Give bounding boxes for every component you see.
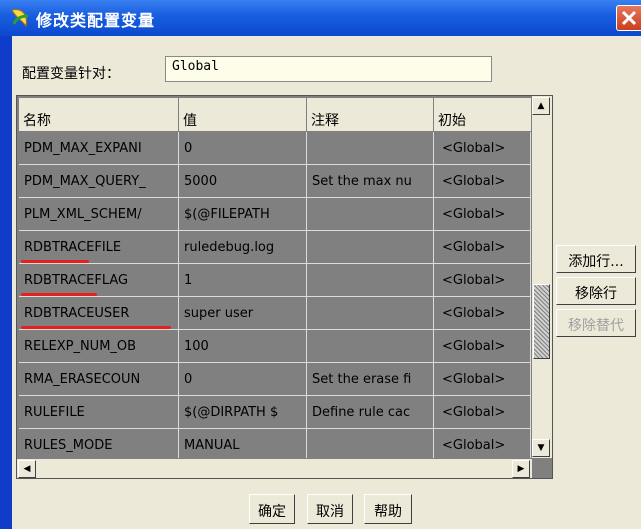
table-row[interactable]: RULES_MODE MANUAL <Global> [17, 429, 531, 458]
cell-value[interactable]: ruledebug.log [179, 231, 307, 264]
cell-comment[interactable]: Set the erase fi [307, 363, 434, 396]
close-button[interactable] [616, 5, 641, 31]
cell-initial: <Global> [434, 264, 531, 297]
cell-initial: <Global> [434, 132, 531, 165]
cell-value[interactable]: 5000 [179, 165, 307, 198]
scroll-thumb[interactable] [533, 284, 550, 359]
table-row[interactable]: RDBTRACEFILE ruledebug.log <Global> [17, 231, 531, 264]
cell-value[interactable]: $(@DIRPATH $ [179, 396, 307, 429]
cell-comment[interactable] [307, 330, 434, 363]
cell-comment[interactable]: Set the max nu [307, 165, 434, 198]
cell-initial: <Global> [434, 396, 531, 429]
dialog-client-area: 配置变量针对： Global 名称 值 注释 初始 PDM_MAX_EXPANI… [12, 36, 641, 529]
help-button[interactable]: 帮助 [364, 494, 412, 524]
ok-button[interactable]: 确定 [249, 494, 295, 524]
arrow-right-icon: ▶ [517, 464, 525, 474]
config-target-field[interactable]: Global [165, 56, 492, 82]
table-row[interactable]: RMA_ERASECOUN 0 Set the erase fi <Global… [17, 363, 531, 396]
cell-value[interactable]: super user [179, 297, 307, 330]
variables-table: 名称 值 注释 初始 PDM_MAX_EXPANI 0 <Global> PDM… [16, 95, 553, 479]
cancel-button[interactable]: 取消 [307, 494, 353, 524]
column-header-comment[interactable]: 注释 [307, 98, 434, 132]
cell-initial: <Global> [434, 198, 531, 231]
cell-value[interactable]: 100 [179, 330, 307, 363]
dialog-window: 修改类配置变量 配置变量针对： Global 名称 值 注释 初始 PDM_MA… [0, 0, 641, 529]
cell-name[interactable]: RULES_MODE [19, 429, 179, 458]
cell-comment[interactable] [307, 231, 434, 264]
cell-name[interactable]: RMA_ERASECOUN [19, 363, 179, 396]
config-target-label: 配置变量针对： [22, 66, 120, 82]
cell-name[interactable]: PDM_MAX_EXPANI [19, 132, 179, 165]
arrow-up-icon: ▲ [537, 101, 545, 111]
table-row[interactable]: PDM_MAX_EXPANI 0 <Global> [17, 132, 531, 165]
table-row[interactable]: PLM_XML_SCHEM/ $(@FILEPATH <Global> [17, 198, 531, 231]
column-header-initial[interactable]: 初始 [434, 98, 532, 132]
cell-initial: <Global> [434, 231, 531, 264]
scroll-up-button[interactable]: ▲ [532, 97, 550, 115]
cell-initial: <Global> [434, 297, 531, 330]
cell-initial: <Global> [434, 429, 531, 458]
cell-comment[interactable] [307, 297, 434, 330]
highlight-underline [21, 293, 97, 296]
cell-value[interactable]: 0 [179, 132, 307, 165]
highlight-underline [21, 260, 89, 263]
add-row-button[interactable]: 添加行... [556, 245, 636, 273]
vertical-scrollbar[interactable]: ▲ ▼ [532, 96, 552, 458]
cell-comment[interactable]: Define rule cac [307, 396, 434, 429]
highlight-underline [21, 326, 171, 329]
table-row[interactable]: RELEXP_NUM_OB 100 <Global> [17, 330, 531, 363]
cell-value[interactable]: 1 [179, 264, 307, 297]
horizontal-scrollbar[interactable]: ◀ ▶ [17, 458, 532, 478]
column-header-name[interactable]: 名称 [19, 98, 179, 132]
title-bar[interactable]: 修改类配置变量 [0, 0, 641, 36]
cell-comment[interactable] [307, 132, 434, 165]
cell-initial: <Global> [434, 165, 531, 198]
cell-comment[interactable] [307, 198, 434, 231]
cell-name[interactable]: RULEFILE [19, 396, 179, 429]
arrow-down-icon: ▼ [537, 443, 545, 453]
cell-name[interactable]: RELEXP_NUM_OB [19, 330, 179, 363]
cell-value[interactable]: $(@FILEPATH [179, 198, 307, 231]
cell-comment[interactable] [307, 264, 434, 297]
cell-initial: <Global> [434, 363, 531, 396]
cell-name[interactable]: PLM_XML_SCHEM/ [19, 198, 179, 231]
remove-row-button[interactable]: 移除行 [556, 277, 636, 305]
cell-comment[interactable] [307, 429, 434, 458]
remove-override-button[interactable]: 移除替代 [556, 309, 636, 337]
scroll-right-button[interactable]: ▶ [512, 460, 530, 478]
cell-value[interactable]: MANUAL [179, 429, 307, 458]
scroll-down-button[interactable]: ▼ [532, 439, 550, 457]
close-icon [621, 10, 637, 26]
cell-value[interactable]: 0 [179, 363, 307, 396]
column-header-value[interactable]: 值 [179, 98, 307, 132]
app-icon [11, 9, 29, 28]
arrow-left-icon: ◀ [23, 464, 31, 474]
scroll-left-button[interactable]: ◀ [18, 460, 36, 478]
window-title: 修改类配置变量 [36, 11, 156, 30]
table-row[interactable]: RULEFILE $(@DIRPATH $ Define rule cac <G… [17, 396, 531, 429]
table-row[interactable]: PDM_MAX_QUERY_ 5000 Set the max nu <Glob… [17, 165, 531, 198]
cell-initial: <Global> [434, 330, 531, 363]
cell-name[interactable]: PDM_MAX_QUERY_ [19, 165, 179, 198]
